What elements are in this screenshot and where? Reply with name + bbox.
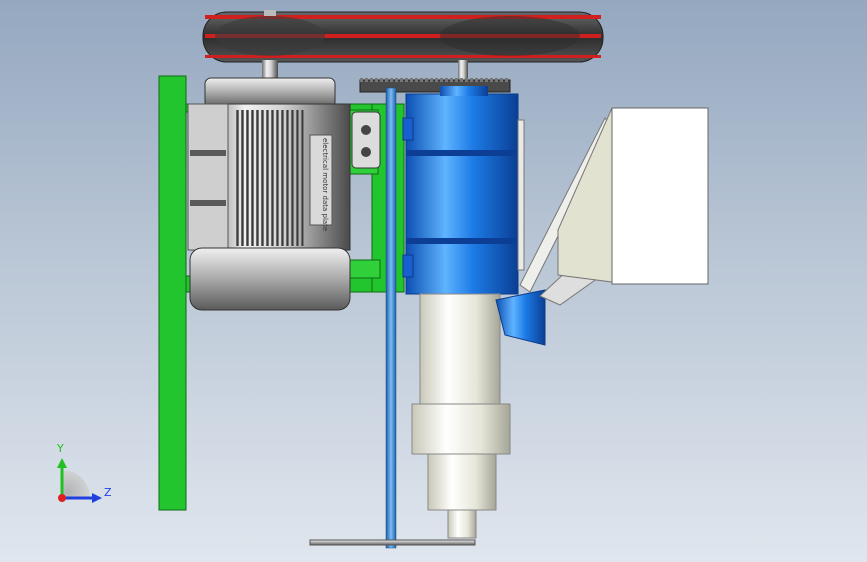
- assembly-model[interactable]: electrical motor data plate: [0, 0, 867, 562]
- belt-pulley[interactable]: [202, 10, 604, 63]
- motor-fin: [281, 110, 284, 246]
- cad-viewport[interactable]: electrical motor data plate Y Z: [0, 0, 867, 562]
- motor-fin: [301, 110, 304, 246]
- motor-fin: [261, 110, 264, 246]
- pump-housing[interactable]: [411, 293, 511, 539]
- motor-plate-text: electrical motor data plate: [321, 138, 329, 231]
- stirrer-shaft[interactable]: [385, 87, 397, 549]
- motor-fin: [246, 110, 249, 246]
- stirrer-paddle[interactable]: [309, 539, 476, 546]
- gearbox-cylinder[interactable]: [402, 86, 525, 295]
- motor-fin: [286, 110, 289, 246]
- feed-hopper[interactable]: [519, 107, 709, 306]
- motor-fin: [291, 110, 294, 246]
- motor-fin: [271, 110, 274, 246]
- motor-fin: [276, 110, 279, 246]
- motor-fin: [251, 110, 254, 246]
- outlet-spout[interactable]: [495, 289, 546, 346]
- motor-fin: [236, 110, 239, 246]
- terminal-box[interactable]: [351, 111, 381, 169]
- x-axis-dot: [58, 494, 66, 502]
- motor-fin: [296, 110, 299, 246]
- coordinate-triad: [57, 458, 102, 503]
- motor-fin: [266, 110, 269, 246]
- motor-fin: [241, 110, 244, 246]
- motor-fin: [256, 110, 259, 246]
- y-axis-label: Y: [57, 442, 64, 455]
- z-axis-label: Z: [104, 486, 112, 499]
- motor-shaft: [262, 60, 278, 78]
